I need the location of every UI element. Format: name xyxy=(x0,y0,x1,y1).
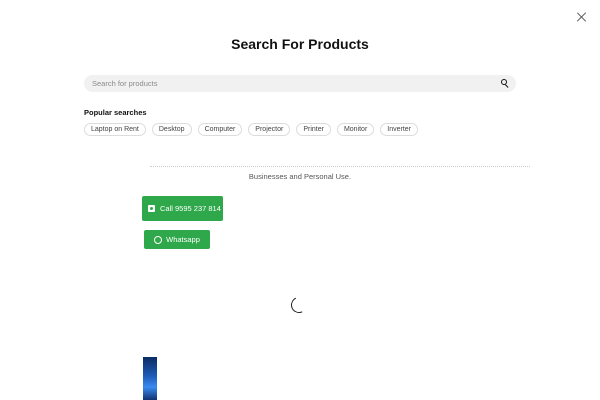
background-description: Businesses and Personal Use. xyxy=(248,172,352,181)
product-thumbnail xyxy=(143,357,157,400)
popular-search-chip[interactable]: Desktop xyxy=(151,123,192,136)
popular-search-chip[interactable]: Laptop on Rent xyxy=(84,123,146,136)
search-bar xyxy=(84,75,516,92)
phone-icon xyxy=(148,205,155,212)
loading-spinner-icon xyxy=(288,294,310,316)
call-button[interactable]: Call 9595 237 814 xyxy=(142,196,223,221)
whatsapp-icon xyxy=(154,235,163,244)
popular-searches-list: Laptop on Rent Desktop Computer Projecto… xyxy=(84,123,419,136)
whatsapp-button[interactable]: Whatsapp xyxy=(144,230,210,249)
whatsapp-button-label: Whatsapp xyxy=(166,235,200,244)
background-text-cut xyxy=(150,166,530,170)
popular-search-chip[interactable]: Monitor xyxy=(336,123,375,136)
popular-search-chip[interactable]: Printer xyxy=(296,123,331,136)
popular-search-chip[interactable]: Computer xyxy=(197,123,243,136)
popular-search-chip[interactable]: Projector xyxy=(248,123,291,136)
popular-searches-label: Popular searches xyxy=(84,108,147,117)
call-button-label: Call 9595 237 814 xyxy=(160,204,221,213)
overlay-title: Search For Products xyxy=(231,36,369,52)
search-input[interactable] xyxy=(92,75,492,92)
close-icon[interactable] xyxy=(576,11,588,23)
search-icon[interactable] xyxy=(501,79,510,88)
popular-search-chip[interactable]: Inverter xyxy=(380,123,419,136)
